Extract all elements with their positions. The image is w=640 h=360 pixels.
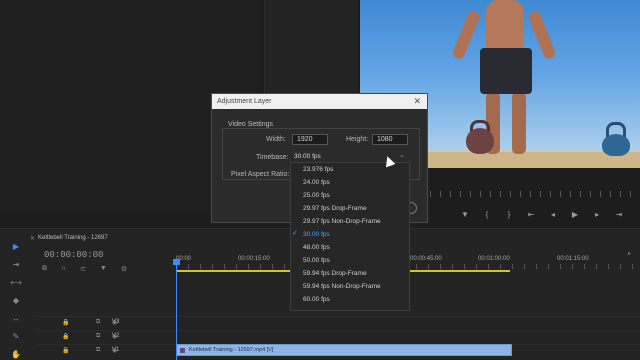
timebase-option[interactable]: 59.94 fps Non-Drop-Frame xyxy=(303,283,381,290)
dialog-titlebar[interactable]: Adjustment Layer ✕ xyxy=(212,94,427,109)
slip-tool-icon[interactable]: ↔ xyxy=(12,314,20,323)
eye-icon[interactable]: ◉ xyxy=(112,347,117,354)
timebase-option[interactable]: 29.97 fps Non-Drop-Frame xyxy=(303,218,381,225)
selection-tool-icon[interactable]: ▶ xyxy=(13,242,19,251)
height-field[interactable]: 1080 xyxy=(372,134,408,145)
track-row: 🔒 V2 ⧉ ◉ xyxy=(34,330,640,343)
fx-badge-icon xyxy=(180,348,185,353)
timebase-option[interactable]: 29.97 fps Drop-Frame xyxy=(303,205,367,212)
timecode[interactable]: 00:00:00:00 xyxy=(44,250,103,260)
lock-icon[interactable]: 🔒 xyxy=(62,333,69,340)
sync-icon[interactable]: ⧉ xyxy=(96,319,100,326)
marker-icon[interactable]: ▼ xyxy=(460,210,470,219)
ruler-label: 00:01:15:00 xyxy=(557,256,589,262)
ripple-edit-tool-icon[interactable]: ⟷ xyxy=(10,278,21,287)
kettlebell xyxy=(466,128,494,154)
scroll-right-icon[interactable]: ▸ xyxy=(628,250,631,257)
leg-right xyxy=(512,92,526,154)
shorts xyxy=(480,48,532,94)
timebase-dropdown: 23.976 fps 24.00 fps 25.00 fps 29.97 fps… xyxy=(290,162,410,311)
playhead[interactable] xyxy=(176,262,177,360)
linked-selection-icon[interactable]: ⊂ xyxy=(80,265,86,273)
nest-icon[interactable]: ⧉ xyxy=(42,265,47,273)
go-to-out-icon[interactable]: ⇥ xyxy=(614,210,624,219)
timebase-option[interactable]: 48.00 fps xyxy=(303,244,330,251)
timeline-tools: ⧉ ∩ ⊂ ▼ ⚙ xyxy=(42,265,127,273)
eye-icon[interactable]: ◉ xyxy=(112,333,117,340)
ruler-label: 00:00:15:00 xyxy=(238,256,270,262)
video-clip[interactable]: Kettlebell Training - 12697.mp4 [V] xyxy=(176,344,512,356)
track-select-tool-icon[interactable]: ⇥ xyxy=(13,260,20,269)
timebase-option[interactable]: 60.00 fps xyxy=(303,296,330,303)
timebase-option-selected[interactable]: 30.00 fps xyxy=(303,231,330,238)
snap-icon[interactable]: ∩ xyxy=(61,265,66,273)
settings-icon[interactable]: ⚙ xyxy=(121,265,127,273)
tools-panel: ▶ ⇥ ⟷ ◆ ↔ ✎ ✋ xyxy=(0,240,32,360)
width-label: Width: xyxy=(266,136,286,143)
kettlebell xyxy=(602,134,630,156)
program-ruler[interactable] xyxy=(430,191,640,197)
ruler-label: 00:01:00:00 xyxy=(478,256,510,262)
clip-label: Kettlebell Training - 12697.mp4 [V] xyxy=(189,347,274,353)
width-field[interactable]: 1920 xyxy=(292,134,328,145)
step-forward-icon[interactable]: ▸ xyxy=(592,210,602,219)
timebase-option[interactable]: 23.976 fps xyxy=(303,166,333,173)
close-icon[interactable]: ✕ xyxy=(30,235,35,242)
close-icon[interactable]: ✕ xyxy=(413,96,421,107)
section-title: Video Settings xyxy=(228,121,274,128)
pixel-aspect-ratio-label: Pixel Aspect Ratio: xyxy=(231,171,290,178)
lock-icon[interactable]: 🔒 xyxy=(62,347,69,354)
sync-icon[interactable]: ⧉ xyxy=(96,333,100,340)
timebase-option[interactable]: 50.00 fps xyxy=(303,257,330,264)
mark-out-icon[interactable]: } xyxy=(504,210,514,219)
program-controls: ▼ { } ⇤ ◂ ▶ ▸ ⇥ xyxy=(460,207,640,221)
sync-icon[interactable]: ⧉ xyxy=(96,347,100,354)
ruler-label: 00:00:45:00 xyxy=(410,256,442,262)
hand-tool-icon[interactable]: ✋ xyxy=(11,350,21,359)
timebase-option[interactable]: 59.94 fps Drop-Frame xyxy=(303,270,367,277)
razor-tool-icon[interactable]: ◆ xyxy=(13,296,19,305)
eye-icon[interactable]: ◉ xyxy=(112,319,117,326)
timebase-option[interactable]: 24.00 fps xyxy=(303,179,330,186)
step-back-icon[interactable]: ◂ xyxy=(548,210,558,219)
mark-in-icon[interactable]: { xyxy=(482,210,492,219)
pen-tool-icon[interactable]: ✎ xyxy=(13,332,20,341)
play-icon[interactable]: ▶ xyxy=(570,210,580,219)
timebase-label: Timebase: xyxy=(256,154,289,161)
sequence-tab[interactable]: Kettlebell Training - 12697 xyxy=(38,235,108,241)
lock-icon[interactable]: 🔒 xyxy=(62,319,69,326)
dialog-title: Adjustment Layer xyxy=(217,98,272,105)
height-label: Height: xyxy=(346,136,369,143)
chevron-down-icon[interactable]: ⌄ xyxy=(399,151,405,159)
add-marker-icon[interactable]: ▼ xyxy=(100,265,107,273)
timebase-option[interactable]: 25.00 fps xyxy=(303,192,330,199)
track-row: 🔒 V3 ⧉ ◉ xyxy=(34,316,640,329)
arm-left xyxy=(451,9,481,61)
check-icon: ✓ xyxy=(292,230,298,237)
go-to-in-icon[interactable]: ⇤ xyxy=(526,210,536,219)
